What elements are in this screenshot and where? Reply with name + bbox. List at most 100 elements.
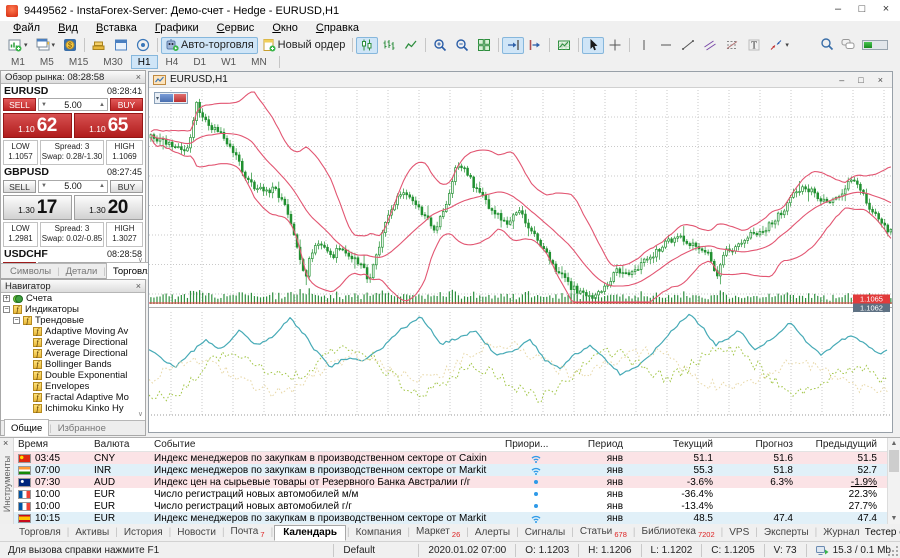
market-watch-tab-0[interactable]: Символы <box>4 264 57 279</box>
tree-item-4[interactable]: fAverage Directional <box>23 337 145 348</box>
tree-item-0[interactable]: +Счета <box>3 293 145 304</box>
menu-item-5[interactable]: Окно <box>263 21 307 36</box>
scroll-down-icon[interactable]: ∨ <box>138 257 143 264</box>
market-watch-close-icon[interactable]: × <box>136 73 141 82</box>
menu-item-6[interactable]: Справка <box>307 21 368 36</box>
toolbox-tab-5[interactable]: Календарь <box>274 525 346 541</box>
menu-item-2[interactable]: Вставка <box>87 21 146 36</box>
toolbox-close-icon[interactable]: × <box>3 438 8 448</box>
bid-price-tile[interactable]: 1.1062 <box>3 113 72 138</box>
calendar-row[interactable]: 07:00INRИндекс менеджеров по закупкам в … <box>14 464 887 476</box>
dropdown-caret-icon[interactable]: ▾ <box>52 41 56 49</box>
calendar-column-header-6[interactable]: Прогноз <box>721 439 801 450</box>
chart-close-button[interactable]: × <box>878 75 883 85</box>
timeframe-m5[interactable]: M5 <box>33 55 61 69</box>
autotrading-button[interactable]: Авто-торговля <box>161 37 258 54</box>
channel-button[interactable] <box>699 37 721 54</box>
line-chart-button[interactable] <box>400 37 422 54</box>
tile-windows-button[interactable] <box>473 37 495 54</box>
navigator-tab-1[interactable]: Избранное <box>52 421 112 436</box>
search-icon[interactable] <box>820 37 834 54</box>
scroll-up-icon[interactable]: ∧ <box>138 88 143 95</box>
bid-price-tile[interactable]: 1.3017 <box>3 195 72 220</box>
tree-expander-icon[interactable]: + <box>3 295 10 302</box>
calendar-column-header-0[interactable]: Время <box>14 439 94 450</box>
one-click-expand-icon[interactable]: ▾ <box>156 95 159 102</box>
toolbox-tab-13[interactable]: Эксперты <box>759 526 814 539</box>
calendar-column-header-7[interactable]: Предыдущий <box>801 439 887 450</box>
toolbox-tab-11[interactable]: Библиотека 7202 <box>637 525 720 540</box>
toolbox-tab-4[interactable]: Почта 7 <box>226 525 270 540</box>
chart-maximize-button[interactable]: □ <box>858 75 863 85</box>
tree-item-9[interactable]: fFractal Adaptive Mo <box>23 392 145 403</box>
arrows-tool-button[interactable]: ▾ <box>765 37 793 54</box>
chat-icon[interactable] <box>841 37 855 54</box>
calendar-column-header-2[interactable]: Событие <box>154 439 505 450</box>
trendline-button[interactable] <box>677 37 699 54</box>
scrollbar-up-icon[interactable]: ▲ <box>888 438 900 449</box>
scrollbar-thumb[interactable] <box>889 450 899 472</box>
cursor-button[interactable] <box>582 37 604 54</box>
text-tool-button[interactable]: T <box>743 37 765 54</box>
toolbox-tab-7[interactable]: Маркет 26 <box>411 525 465 540</box>
timeframe-m30[interactable]: M30 <box>96 55 129 69</box>
autoscroll-button[interactable] <box>502 37 524 54</box>
dropdown-caret-icon[interactable]: ▾ <box>785 41 789 49</box>
one-click-trading-widget[interactable]: ▾ <box>154 92 188 104</box>
timeframe-m15[interactable]: M15 <box>62 55 95 69</box>
tree-item-7[interactable]: fDouble Exponential <box>23 370 145 381</box>
chart-minimize-button[interactable]: – <box>839 75 844 85</box>
mql5-services-button[interactable]: $ <box>59 37 81 54</box>
dropdown-caret-icon[interactable]: ▾ <box>24 41 28 49</box>
scrollbar-down-icon[interactable]: ▼ <box>888 513 900 524</box>
navigator-tab-0[interactable]: Общие <box>4 419 49 436</box>
toolbox-tab-6[interactable]: Компания <box>351 526 407 539</box>
calendar-column-header-5[interactable]: Текущий <box>631 439 721 450</box>
resize-grip[interactable] <box>888 546 898 556</box>
calendar-column-header-4[interactable]: Период <box>567 439 631 450</box>
navigator-button[interactable] <box>132 37 154 54</box>
toolbox-tab-3[interactable]: Новости <box>172 526 221 539</box>
lot-increase-icon[interactable]: ▲ <box>97 183 107 189</box>
close-button[interactable]: × <box>874 0 898 20</box>
zoom-in-button[interactable] <box>429 37 451 54</box>
toolbox-tab-0[interactable]: Торговля <box>14 526 66 539</box>
toolbox-tab-1[interactable]: Активы <box>70 526 114 539</box>
lot-increase-icon[interactable]: ▲ <box>97 102 107 108</box>
crosshair-button[interactable] <box>604 37 626 54</box>
buy-button[interactable]: BUY <box>110 98 143 111</box>
profiles-button[interactable]: ▾ <box>32 37 60 54</box>
status-profile[interactable]: Default <box>333 544 418 557</box>
one-click-buy-icon[interactable] <box>174 94 186 102</box>
lot-stepper[interactable]: ▼5.00▲ <box>38 98 108 111</box>
toolbox-tab-9[interactable]: Сигналы <box>520 526 571 539</box>
timeframe-mn[interactable]: MN <box>244 55 274 69</box>
lot-decrease-icon[interactable]: ▼ <box>39 102 49 108</box>
toolbox-tab-14[interactable]: Журнал <box>818 526 865 539</box>
calendar-column-header-1[interactable]: Валюта <box>94 439 154 450</box>
tree-expander-icon[interactable]: − <box>13 317 20 324</box>
timeframe-h4[interactable]: H4 <box>159 55 186 69</box>
calendar-column-header-3[interactable]: Приори... <box>505 439 567 450</box>
tree-item-1[interactable]: −fИндикаторы <box>3 304 145 315</box>
tree-item-10[interactable]: fIchimoku Kinko Hy <box>23 403 145 414</box>
indicators-button[interactable] <box>553 37 575 54</box>
tree-scroll-down-icon[interactable]: ∨ <box>138 411 143 418</box>
new-order-button[interactable]: Новый ордер <box>258 37 350 54</box>
toolbox-tab-10[interactable]: Статьи 678 <box>575 525 632 540</box>
candles-chart-button[interactable] <box>356 37 378 54</box>
toolbox-tab-2[interactable]: История <box>119 526 168 539</box>
strategy-tester-tab[interactable]: Тестер стратегий <box>865 527 900 538</box>
calendar-row[interactable]: 10:00EURЧисло регистраций новых автомоби… <box>14 488 887 500</box>
ask-price-tile[interactable]: 1.1065 <box>74 113 143 138</box>
lot-decrease-icon[interactable]: ▼ <box>39 183 49 189</box>
navigator-close-icon[interactable]: × <box>136 282 141 291</box>
market-watch-button[interactable] <box>88 37 110 54</box>
calendar-scrollbar[interactable]: ▲ ▼ <box>887 438 900 524</box>
price-chart[interactable]: 1.10651.1062 <box>149 88 892 432</box>
data-window-button[interactable] <box>110 37 132 54</box>
calendar-row[interactable]: 10:00EURЧисло регистраций новых автомоби… <box>14 500 887 512</box>
calendar-row[interactable]: 03:45CNYИндекс менеджеров по закупкам в … <box>14 452 887 464</box>
chart-shift-button[interactable] <box>524 37 546 54</box>
timeframe-d1[interactable]: D1 <box>186 55 213 69</box>
